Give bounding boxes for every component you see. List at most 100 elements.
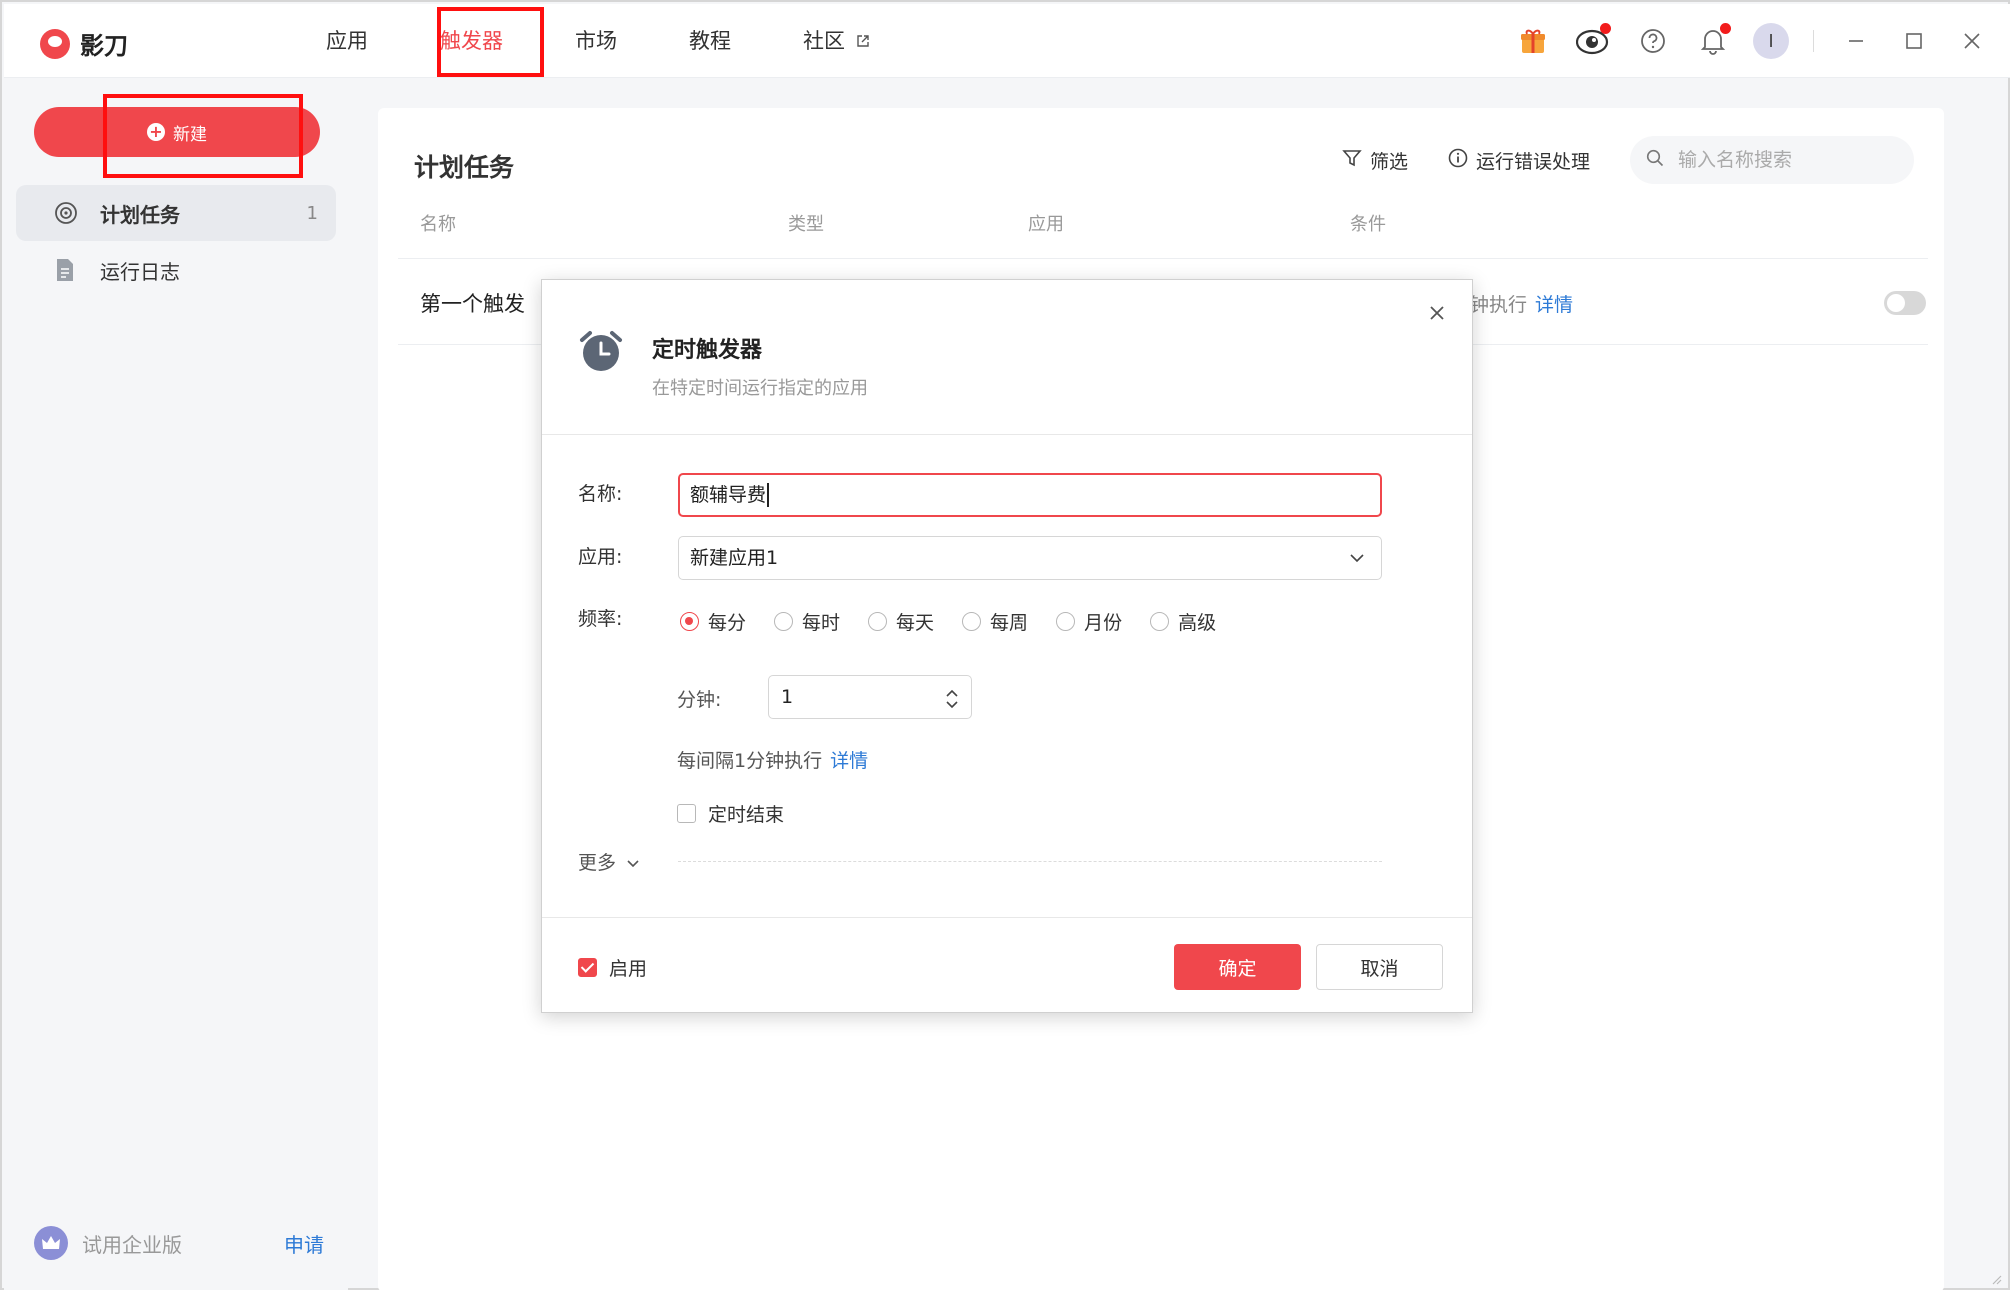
app-logo: 影刀 [40, 26, 128, 61]
search-box[interactable] [1630, 136, 1914, 184]
filter-button[interactable]: 筛选 [1342, 147, 1408, 174]
app-window: 影刀 应用 触发器 市场 教程 社区 I + 新建 计划任务 1 运行日志 试用… [0, 0, 2010, 1290]
minimize-icon[interactable] [1836, 21, 1876, 61]
close-icon[interactable] [1422, 298, 1452, 328]
info-icon [1448, 148, 1468, 173]
sidebar: + 新建 计划任务 1 运行日志 试用企业版 申请 [4, 79, 348, 1290]
frequency-label: 频率: [578, 608, 623, 630]
dialog-title: 定时触发器 [652, 338, 763, 363]
freq-option-month[interactable]: 月份 [1056, 608, 1122, 635]
notification-dot [1600, 23, 1611, 34]
sidebar-item-label: 计划任务 [100, 202, 180, 227]
document-icon [54, 258, 82, 282]
freq-option-label: 每分 [708, 612, 747, 634]
interval-detail-link[interactable]: 详情 [830, 750, 868, 772]
sidebar-item-scheduled-tasks[interactable]: 计划任务 1 [16, 185, 336, 241]
radar-icon [54, 201, 82, 225]
chevron-down-icon [626, 851, 640, 873]
freq-option-label: 每周 [990, 612, 1029, 634]
cancel-button[interactable]: 取消 [1316, 944, 1443, 990]
sidebar-item-label: 运行日志 [100, 259, 180, 284]
timed-end-checkbox[interactable]: 定时结束 [677, 800, 784, 827]
text-cursor [767, 483, 770, 507]
timed-end-label: 定时结束 [708, 804, 785, 826]
freq-option-label: 每时 [802, 612, 841, 634]
dashed-divider [678, 861, 1382, 862]
freq-option-minute[interactable]: 每分 [680, 608, 746, 635]
radio-selected [680, 612, 699, 631]
nav-tab-apps[interactable]: 应用 [326, 4, 368, 78]
enable-toggle[interactable] [1884, 291, 1926, 315]
more-label: 更多 [578, 852, 617, 874]
frequency-radio-group: 每分 每时 每天 每周 月份 高级 [680, 608, 1244, 635]
apply-link[interactable]: 申请 [284, 1229, 324, 1258]
nav-tab-community-label: 社区 [803, 29, 845, 53]
help-icon[interactable] [1633, 21, 1673, 61]
freq-option-label: 每天 [896, 612, 935, 634]
name-field[interactable]: 额辅导费 [678, 473, 1382, 517]
search-input[interactable] [1678, 149, 1888, 171]
freq-option-week[interactable]: 每周 [962, 608, 1028, 635]
row-name: 第一个触发 [420, 292, 525, 316]
filter-label: 筛选 [1369, 150, 1408, 173]
row-condition-text: 钟执行 [1470, 294, 1528, 316]
freq-option-advanced[interactable]: 高级 [1150, 608, 1216, 635]
nav-tab-community[interactable]: 社区 [803, 4, 870, 78]
freq-option-hour[interactable]: 每时 [774, 608, 840, 635]
main-nav: 应用 触发器 市场 教程 社区 [326, 4, 942, 78]
crown-icon [34, 1226, 68, 1260]
stepper-arrows-icon[interactable] [945, 684, 959, 726]
minute-stepper[interactable]: 1 [768, 675, 972, 719]
resize-grip-icon[interactable] [1990, 1270, 2002, 1285]
bell-icon[interactable] [1693, 21, 1733, 61]
sidebar-item-run-log[interactable]: 运行日志 [16, 242, 336, 298]
radio [868, 612, 888, 631]
column-header-type: 类型 [788, 214, 824, 235]
enable-label: 启用 [609, 958, 648, 980]
top-icons: I [1513, 4, 2010, 78]
freq-option-label: 高级 [1178, 612, 1217, 634]
notification-dot [1720, 23, 1731, 34]
more-toggle[interactable]: 更多 [578, 848, 640, 875]
eye-mascot-icon[interactable] [1573, 21, 1613, 61]
highlight-box [103, 94, 303, 178]
filter-icon [1342, 148, 1362, 173]
external-link-icon [851, 34, 870, 52]
confirm-button[interactable]: 确定 [1174, 944, 1301, 990]
page-title: 计划任务 [414, 153, 515, 182]
trial-label: 试用企业版 [82, 1232, 182, 1257]
divider [542, 917, 1472, 918]
name-label: 名称: [578, 483, 623, 505]
checkbox-checked [578, 958, 597, 977]
enable-checkbox[interactable]: 启用 [578, 954, 647, 981]
dialog-subtitle: 在特定时间运行指定的应用 [652, 378, 868, 399]
column-header-app: 应用 [1028, 214, 1064, 235]
app-select[interactable]: 新建应用1 [678, 536, 1382, 580]
name-value: 额辅导费 [690, 484, 767, 506]
error-handling-button[interactable]: 运行错误处理 [1448, 147, 1590, 174]
nav-tab-tutorial[interactable]: 教程 [689, 4, 731, 78]
interval-text: 每间隔1分钟执行 [677, 750, 823, 772]
row-detail-link[interactable]: 详情 [1535, 294, 1573, 316]
close-icon[interactable] [1952, 21, 1992, 61]
alarm-clock-icon [578, 328, 624, 374]
avatar[interactable]: I [1753, 23, 1789, 59]
search-icon [1646, 149, 1664, 171]
nav-tab-market[interactable]: 市场 [575, 4, 617, 78]
gift-icon[interactable] [1513, 21, 1553, 61]
app-select-value: 新建应用1 [690, 547, 779, 569]
top-bar: 影刀 应用 触发器 市场 教程 社区 I [4, 4, 2010, 78]
row-condition: 钟执行 详情 [1470, 290, 1573, 317]
column-header-name: 名称 [420, 214, 456, 235]
column-header-condition: 条件 [1350, 214, 1386, 235]
task-count: 1 [306, 202, 318, 224]
freq-option-label: 月份 [1084, 612, 1123, 634]
trial-enterprise: 试用企业版 申请 [34, 1223, 324, 1263]
maximize-icon[interactable] [1894, 21, 1934, 61]
radio [1056, 612, 1076, 631]
freq-option-day[interactable]: 每天 [868, 608, 934, 635]
app-label: 应用: [578, 546, 623, 568]
chevron-down-icon [1349, 537, 1365, 579]
checkbox [677, 804, 696, 823]
highlight-box [437, 7, 544, 77]
